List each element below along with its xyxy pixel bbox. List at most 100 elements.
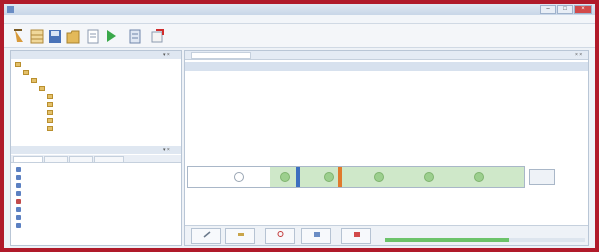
close-icon[interactable]: × × (575, 52, 585, 59)
tree-item[interactable] (47, 125, 167, 132)
tree-item[interactable] (39, 85, 169, 92)
pipette-button[interactable] (191, 228, 221, 244)
tube-node (234, 172, 244, 182)
item-icon (16, 175, 21, 180)
experiment-icon (14, 29, 23, 42)
list-item-label (24, 222, 164, 229)
tree-item[interactable] (47, 117, 167, 124)
tree-item[interactable] (23, 69, 173, 76)
save-button[interactable] (48, 27, 62, 45)
measure-button[interactable] (301, 228, 331, 244)
list-item-label (24, 190, 164, 197)
button-label (343, 239, 371, 244)
blue-marker[interactable] (296, 167, 300, 187)
item-icon (16, 199, 21, 204)
export-button[interactable] (150, 27, 164, 45)
list-item[interactable] (16, 174, 176, 181)
document-icon (47, 126, 53, 131)
progress-fill (385, 238, 509, 242)
list-item[interactable] (16, 166, 176, 173)
tree-item[interactable] (15, 61, 175, 68)
play-icon (107, 30, 116, 42)
document-icon (87, 29, 99, 44)
props-panel-header: ▾ × (11, 146, 181, 154)
progress-label (453, 229, 553, 235)
tree-item[interactable] (47, 109, 167, 116)
tree-item-label (23, 61, 163, 68)
tube-reading (385, 147, 425, 154)
experiment-timer (551, 63, 585, 70)
save-icon (49, 30, 61, 43)
tube-node (474, 172, 484, 182)
list-button[interactable] (128, 27, 142, 45)
list-item[interactable] (16, 206, 176, 213)
tree-item-label (55, 109, 145, 116)
tube-powder-section (270, 167, 524, 187)
list-item[interactable] (16, 222, 176, 229)
tube-node (280, 172, 290, 182)
item-icon (16, 223, 21, 228)
tree-item-label (55, 101, 145, 108)
document-icon (47, 110, 53, 115)
pipette-icon (203, 231, 211, 238)
tab-2[interactable] (44, 156, 68, 163)
tree-item[interactable] (47, 101, 167, 108)
experiment-panel: × × (184, 50, 589, 246)
list-item[interactable] (16, 198, 176, 205)
experiment-button[interactable] (12, 27, 26, 45)
list-item-label (24, 214, 164, 221)
list-item-label (24, 198, 164, 205)
tube-node (424, 172, 434, 182)
maximize-button[interactable]: □ (557, 5, 573, 14)
tree-item[interactable] (31, 77, 171, 84)
tree-item-label (39, 77, 159, 84)
tube-node (374, 172, 384, 182)
document-tab[interactable] (191, 52, 251, 59)
menu-item-3[interactable] (80, 16, 108, 23)
list-item[interactable] (16, 182, 176, 189)
tab-1[interactable] (13, 156, 43, 163)
exit-button[interactable] (341, 228, 371, 244)
menu-item-2[interactable] (54, 16, 74, 23)
panel-pin-icon[interactable]: ▾ × (163, 147, 179, 153)
tree-item-label (55, 125, 145, 132)
menu-item-4[interactable] (114, 16, 132, 23)
tube-side-button[interactable] (529, 169, 555, 185)
menu-item-5[interactable] (138, 16, 168, 23)
app-icon (7, 6, 14, 13)
tree-item-label (47, 85, 137, 92)
zoom-button[interactable] (265, 228, 295, 244)
app-window: – □ × ▾ × ▾ × × × (4, 4, 595, 248)
zoom-icon (277, 231, 284, 237)
document-button[interactable] (86, 27, 100, 45)
list-item-label (24, 174, 164, 181)
ruler-button[interactable] (225, 228, 255, 244)
bottom-toolbar (185, 225, 588, 245)
list-item-label (24, 182, 164, 189)
run-button[interactable] (104, 27, 118, 45)
tube-caption (191, 149, 341, 156)
orange-marker[interactable] (338, 167, 342, 187)
tree-item-label (31, 69, 121, 76)
tab-4[interactable] (94, 156, 124, 163)
table-button[interactable] (30, 27, 44, 45)
minimize-button[interactable]: – (540, 5, 556, 14)
ruler-icon (238, 233, 244, 236)
title-bar: – □ × (4, 4, 595, 15)
panel-pin-icon[interactable]: ▾ × (163, 52, 179, 58)
list-item[interactable] (16, 214, 176, 221)
list-icon (129, 29, 141, 44)
list-item-label (24, 166, 164, 173)
tree-item[interactable] (47, 93, 167, 100)
kundt-tube[interactable] (187, 166, 525, 188)
table-icon (30, 29, 44, 44)
close-window-button[interactable]: × (574, 5, 592, 14)
list-item[interactable] (16, 190, 176, 197)
menu-item-1[interactable] (12, 16, 48, 23)
tab-3[interactable] (69, 156, 93, 163)
folder-icon (66, 30, 80, 44)
open-button[interactable] (66, 27, 80, 45)
menu-item-6[interactable] (174, 16, 184, 23)
item-icon (16, 191, 21, 196)
item-icon (16, 167, 21, 172)
